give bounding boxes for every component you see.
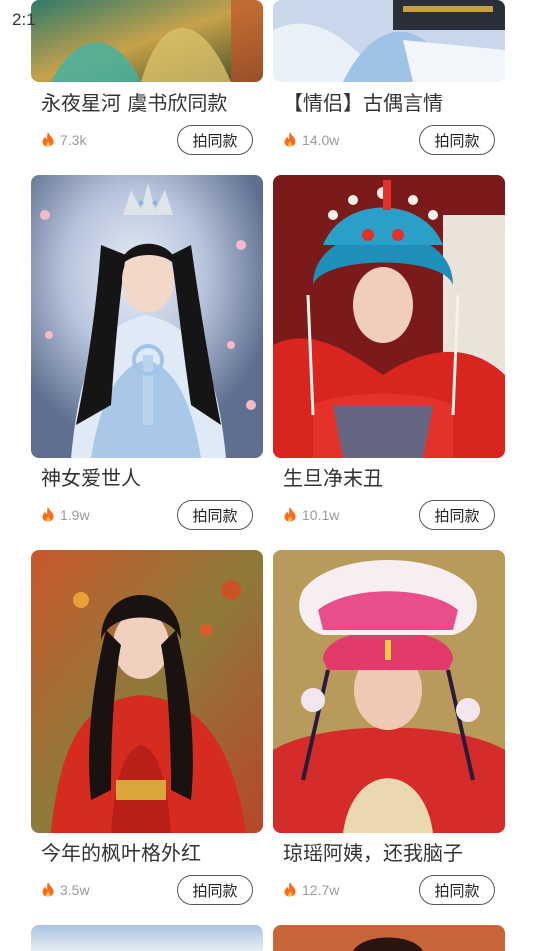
card-meta: 14.0w [281,125,339,155]
template-thumbnail[interactable] [31,925,263,951]
shoot-same-button[interactable]: 拍同款 [177,125,253,155]
fire-icon [42,506,54,522]
card-title: 永夜星河 虞书欣同款 [41,91,228,115]
usage-count: 1.9w [60,507,90,523]
fire-icon [42,131,54,147]
usage-count: 10.1w [302,507,340,523]
shoot-same-button[interactable]: 拍同款 [419,125,495,155]
template-thumbnail[interactable] [273,0,505,82]
card-meta: 10.1w [281,500,339,530]
usage-count: 3.5w [60,882,90,898]
shoot-same-button[interactable]: 拍同款 [177,875,253,905]
fire-icon [284,881,296,897]
status-time: 2:1 [12,10,36,29]
card-meta: 12.7w [281,875,339,905]
template-grid: 永夜星河 虞书欣同款 7.3k 拍同款 【情侣】古偶言情 14.0w 拍同款 神… [0,0,535,951]
template-thumbnail[interactable] [31,550,263,833]
shoot-same-button[interactable]: 拍同款 [177,500,253,530]
usage-count: 7.3k [60,132,87,148]
shoot-same-button[interactable]: 拍同款 [419,500,495,530]
card-meta: 7.3k [39,125,86,155]
usage-count: 12.7w [302,882,340,898]
template-thumbnail[interactable] [273,550,505,833]
template-thumbnail[interactable] [31,175,263,458]
template-thumbnail[interactable] [273,925,505,951]
template-thumbnail[interactable] [31,0,263,82]
card-title: 【情侣】古偶言情 [283,91,443,115]
fire-icon [284,131,296,147]
card-title: 琼瑶阿姨，还我脑子 [283,841,463,865]
fire-icon [284,506,296,522]
card-meta: 3.5w [39,875,90,905]
usage-count: 14.0w [302,132,340,148]
card-title: 生旦净末丑 [283,466,383,490]
template-thumbnail[interactable] [273,175,505,458]
card-title: 神女爱世人 [41,466,141,490]
fire-icon [42,881,54,897]
card-title: 今年的枫叶格外红 [41,841,201,865]
card-meta: 1.9w [39,500,90,530]
shoot-same-button[interactable]: 拍同款 [419,875,495,905]
